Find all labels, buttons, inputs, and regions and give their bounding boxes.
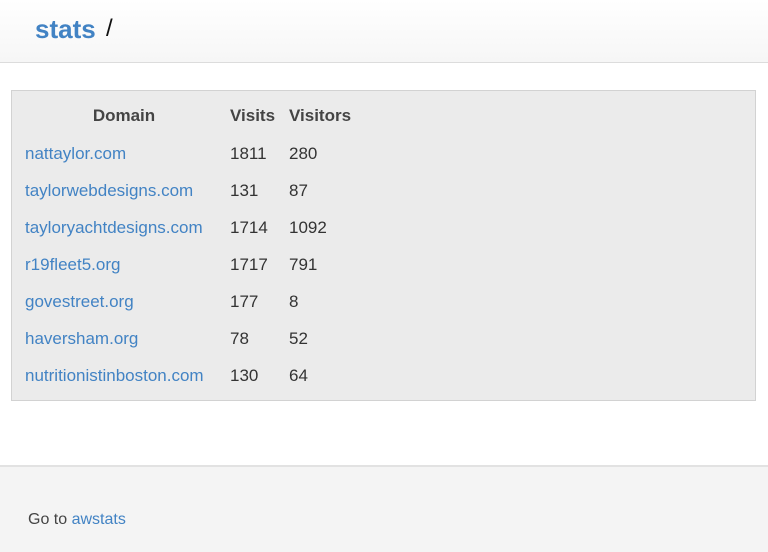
- visits-cell: 130: [230, 365, 259, 385]
- domain-link[interactable]: nattaylor.com: [25, 144, 126, 163]
- awstats-link[interactable]: awstats: [72, 511, 126, 528]
- domain-link[interactable]: haversham.org: [25, 329, 138, 348]
- domain-cell: nutritionistinboston.com: [25, 357, 230, 394]
- table-row: r19fleet5.org 1717 791: [25, 246, 358, 283]
- visitors-cell: 280: [289, 143, 318, 163]
- table-row: govestreet.org 177 8: [25, 283, 358, 320]
- domain-link[interactable]: r19fleet5.org: [25, 255, 120, 274]
- footer-prefix: Go to: [28, 511, 72, 528]
- visits-cell: 131: [230, 180, 259, 200]
- visitors-cell: 87: [289, 180, 308, 200]
- visits-cell: 1811: [230, 143, 267, 163]
- visitors-cell: 1092: [289, 217, 327, 237]
- visits-cell: 177: [230, 291, 259, 311]
- column-header-domain: Domain: [92, 106, 156, 125]
- visits-cell: 1714: [230, 217, 268, 237]
- table-row: nattaylor.com 1811 280: [25, 135, 358, 172]
- visitors-cell: 791: [289, 254, 318, 274]
- table-row: nutritionistinboston.com 130 64: [25, 357, 358, 394]
- domain-link[interactable]: govestreet.org: [25, 292, 134, 311]
- domain-link[interactable]: nutritionistinboston.com: [25, 366, 204, 385]
- table-header-row: Domain Visits Visitors: [25, 97, 358, 135]
- footer-text: Go to awstats: [28, 511, 126, 529]
- stats-panel: Domain Visits Visitors nattaylor.com 181…: [11, 90, 756, 401]
- domain-cell: nattaylor.com: [25, 135, 230, 172]
- table-row: haversham.org 78 52: [25, 320, 358, 357]
- visitors-cell: 8: [289, 291, 299, 311]
- table-row: taylorwebdesigns.com 131 87: [25, 172, 358, 209]
- domain-link[interactable]: taylorwebdesigns.com: [25, 181, 193, 200]
- table-row: tayloryachtdesigns.com 1714 1092: [25, 209, 358, 246]
- domain-cell: taylorwebdesigns.com: [25, 172, 230, 209]
- top-navbar: stats /: [0, 0, 768, 63]
- domain-cell: govestreet.org: [25, 283, 230, 320]
- visits-cell: 1717: [230, 254, 268, 274]
- page-footer: Go to awstats: [0, 465, 768, 552]
- column-header-visits: Visits: [230, 106, 276, 125]
- domain-cell: tayloryachtdesigns.com: [25, 209, 230, 246]
- domain-stats-table: Domain Visits Visitors nattaylor.com 181…: [25, 97, 358, 394]
- brand-link[interactable]: stats: [35, 12, 96, 46]
- domain-link[interactable]: tayloryachtdesigns.com: [25, 218, 203, 237]
- column-header-visitors: Visitors: [289, 106, 352, 125]
- domain-cell: r19fleet5.org: [25, 246, 230, 283]
- visits-cell: 78: [230, 328, 249, 348]
- visitors-cell: 52: [289, 328, 308, 348]
- domain-cell: haversham.org: [25, 320, 230, 357]
- visitors-cell: 64: [289, 365, 308, 385]
- breadcrumb-separator: /: [106, 15, 113, 42]
